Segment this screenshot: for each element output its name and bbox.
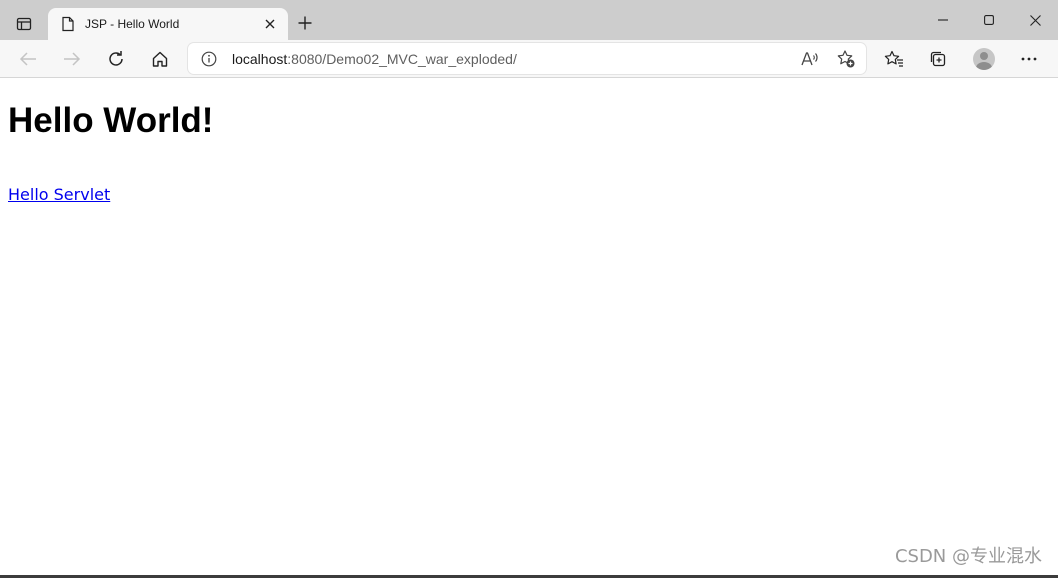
read-aloud-icon[interactable]: [798, 47, 822, 71]
tab-actions-icon[interactable]: [8, 8, 40, 40]
url-host: localhost: [232, 51, 288, 67]
maximize-icon[interactable]: [966, 0, 1012, 40]
browser-toolbar: localhost:8080/Demo02_MVC_war_exploded/: [0, 40, 1058, 78]
tab-title: JSP - Hello World: [85, 17, 180, 31]
url-text[interactable]: localhost:8080/Demo02_MVC_war_exploded/: [232, 51, 517, 67]
avatar: [973, 48, 995, 70]
hello-servlet-link[interactable]: Hello Servlet: [8, 185, 110, 204]
url-path: :8080/Demo02_MVC_war_exploded/: [287, 51, 517, 67]
watermark: CSDN @专业混水: [894, 546, 1042, 567]
arrow-right-icon[interactable]: [56, 43, 88, 75]
star-plus-icon[interactable]: [834, 47, 858, 71]
arrow-left-icon[interactable]: [12, 43, 44, 75]
page-content: Hello World! Hello Servlet CSDN @专业混水: [0, 79, 1058, 575]
page-icon: [60, 16, 76, 32]
favorites-icon[interactable]: [878, 43, 910, 75]
close-icon[interactable]: [1012, 0, 1058, 40]
collections-icon[interactable]: [922, 43, 954, 75]
refresh-icon[interactable]: [100, 43, 132, 75]
page-heading: Hello World!: [8, 101, 214, 140]
browser-tab[interactable]: JSP - Hello World: [48, 8, 288, 40]
info-icon[interactable]: [200, 50, 218, 68]
close-icon[interactable]: [260, 14, 280, 34]
plus-icon[interactable]: [292, 10, 318, 36]
minimize-icon[interactable]: [920, 0, 966, 40]
profile-button[interactable]: [968, 43, 1000, 75]
address-bar[interactable]: localhost:8080/Demo02_MVC_war_exploded/: [188, 43, 866, 74]
home-icon[interactable]: [144, 43, 176, 75]
tab-strip: JSP - Hello World: [0, 0, 1058, 40]
more-icon[interactable]: [1013, 43, 1045, 75]
